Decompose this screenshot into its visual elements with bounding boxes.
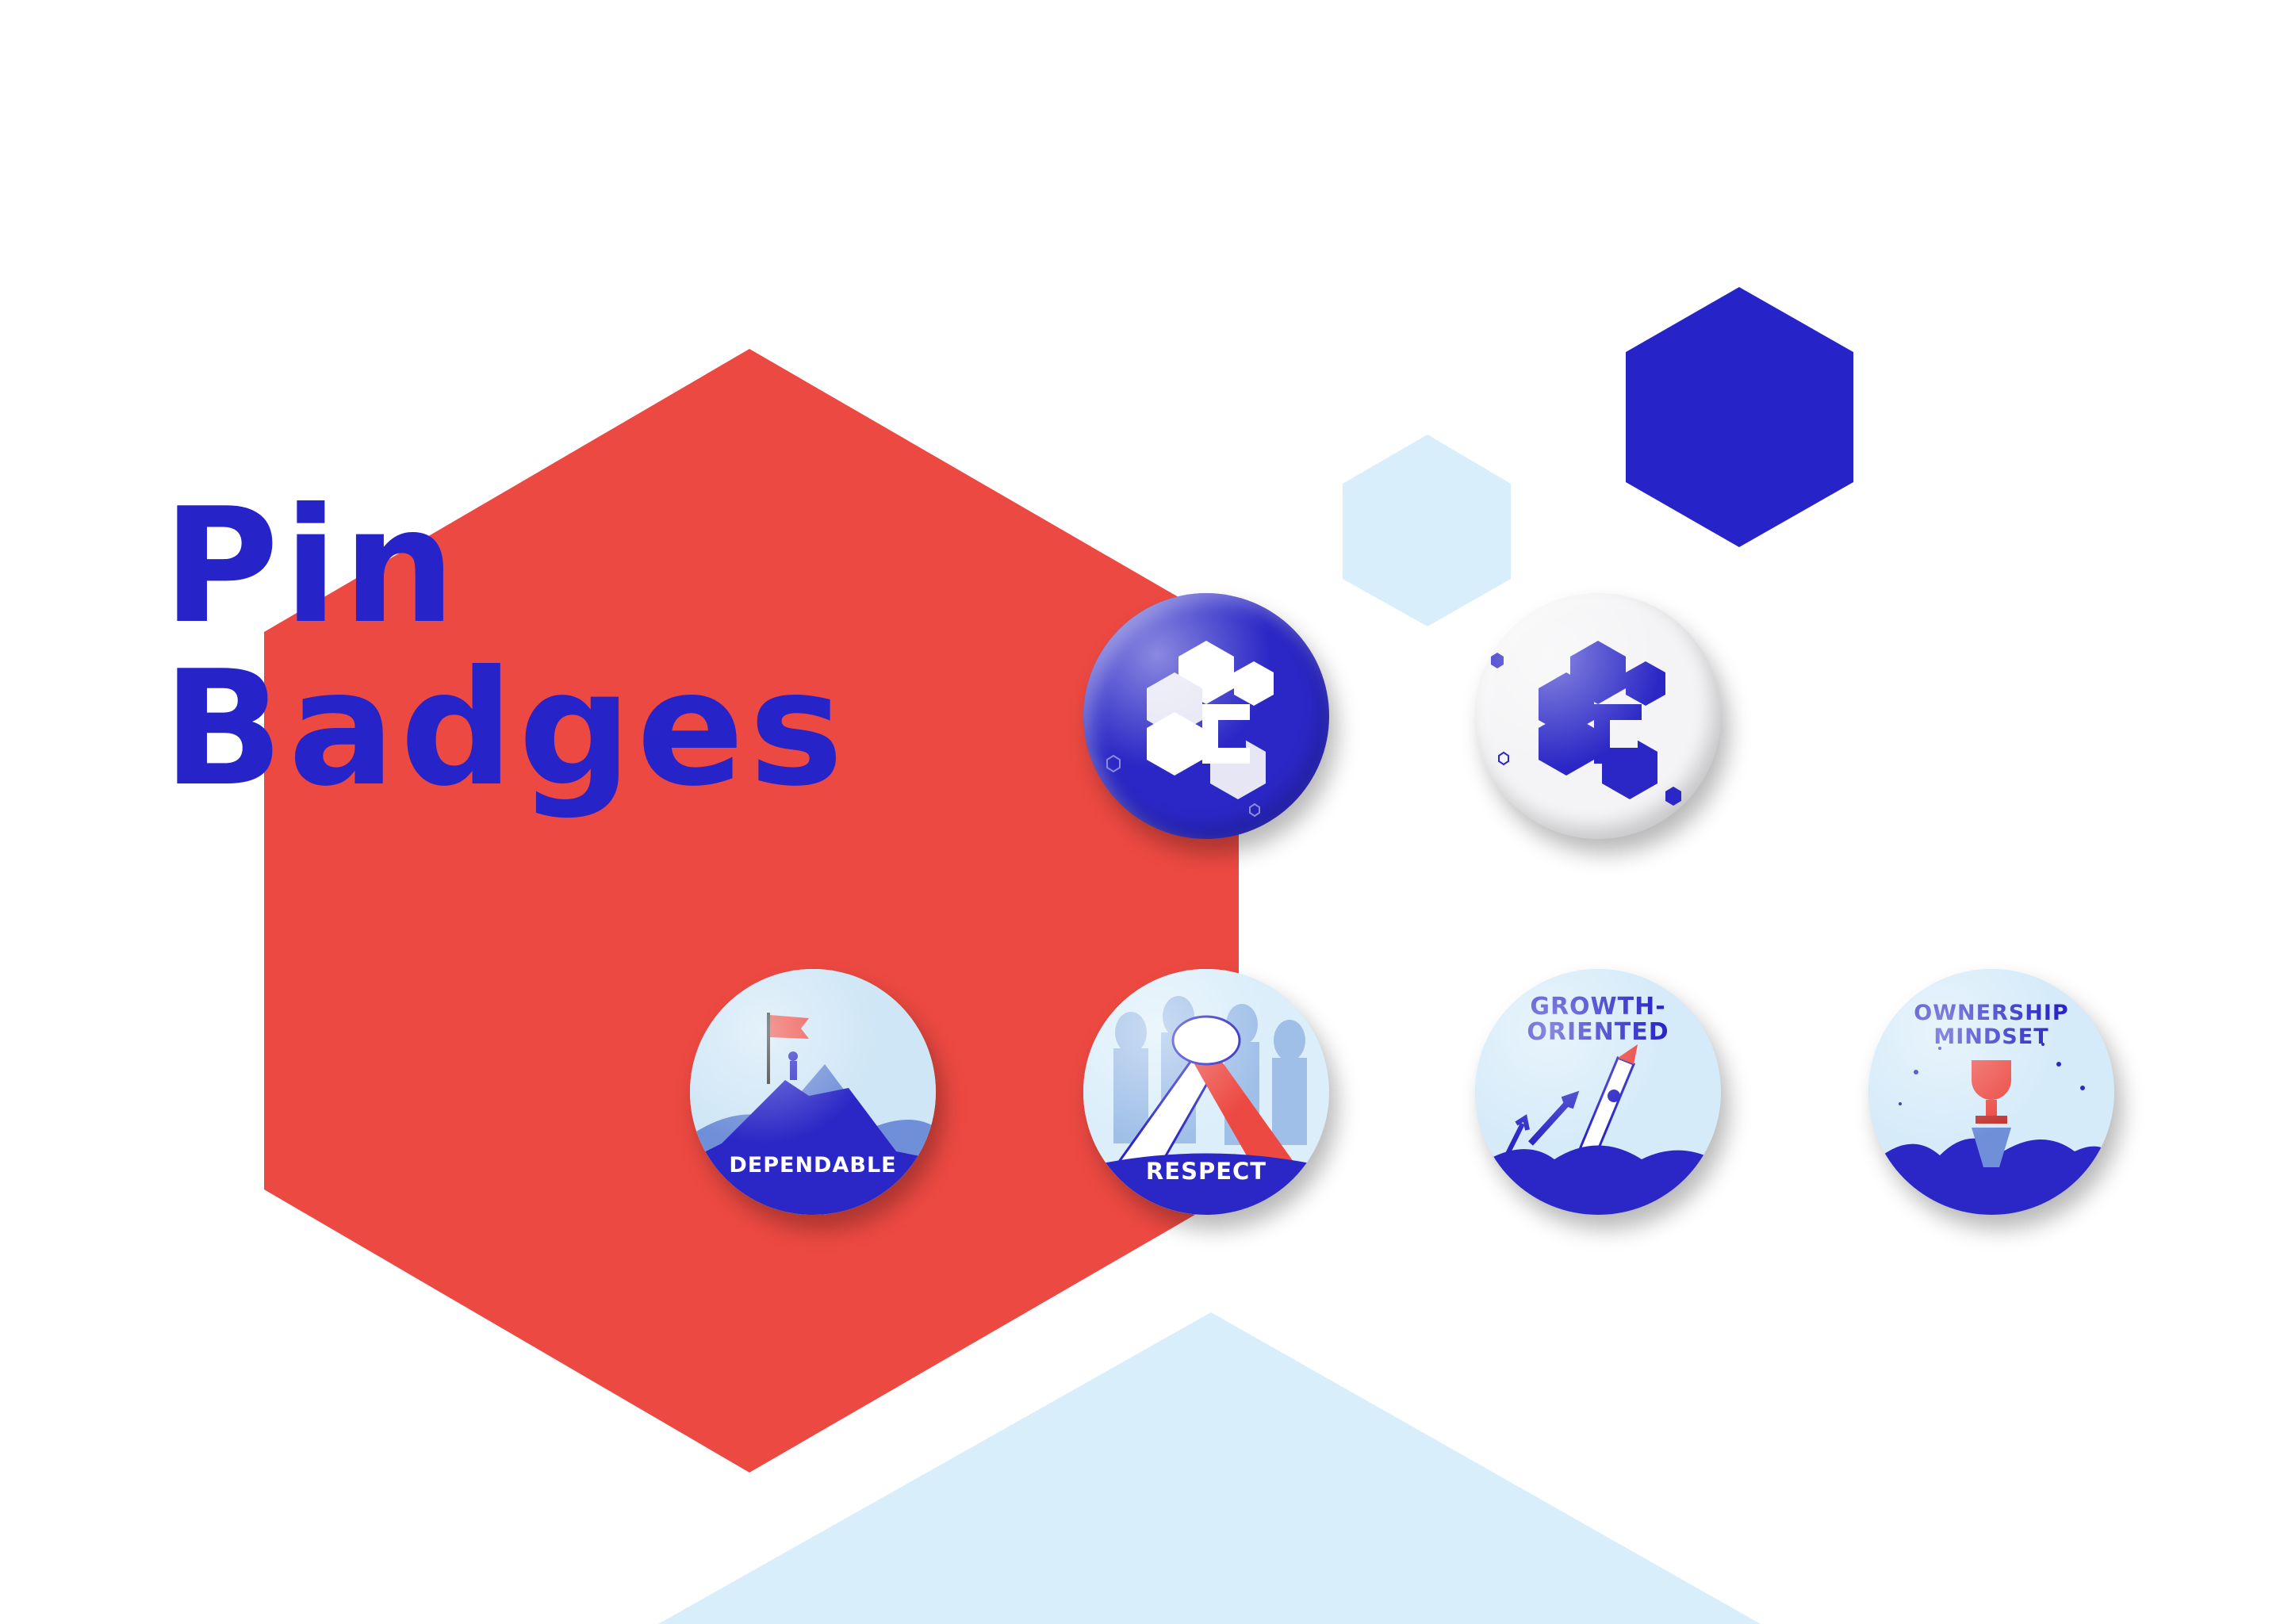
badge-logo-blue	[1083, 593, 1329, 839]
c-hex-logo-icon	[1491, 641, 1681, 806]
title-line-1: Pin	[163, 474, 461, 659]
badge-logo-white	[1475, 593, 1721, 839]
badge-ownership-mindset: OWNERSHIP MINDSET	[1868, 969, 2114, 1215]
badge-label-line-2: ORIENTED	[1527, 1018, 1669, 1046]
badge-label-line-1: OWNERSHIP	[1914, 1001, 2069, 1025]
c-hex-logo-icon	[1106, 641, 1274, 818]
badge-respect: RESPECT	[1083, 969, 1329, 1215]
badge-label-line-1: GROWTH-	[1530, 993, 1666, 1021]
badge-dependable: DEPENDABLE	[690, 969, 936, 1215]
badge-label: DEPENDABLE	[729, 1153, 897, 1178]
title-line-2: Badges	[163, 637, 849, 822]
flag-mountain-icon	[690, 969, 936, 1215]
badge-label-line-2: MINDSET	[1933, 1025, 2049, 1049]
badge-growth-oriented: GROWTH- ORIENTED	[1475, 969, 1721, 1215]
page-title: Pin Badges	[163, 485, 848, 810]
small-dark-blue-hexagon	[1626, 287, 1853, 547]
badge-label: RESPECT	[1145, 1158, 1267, 1185]
